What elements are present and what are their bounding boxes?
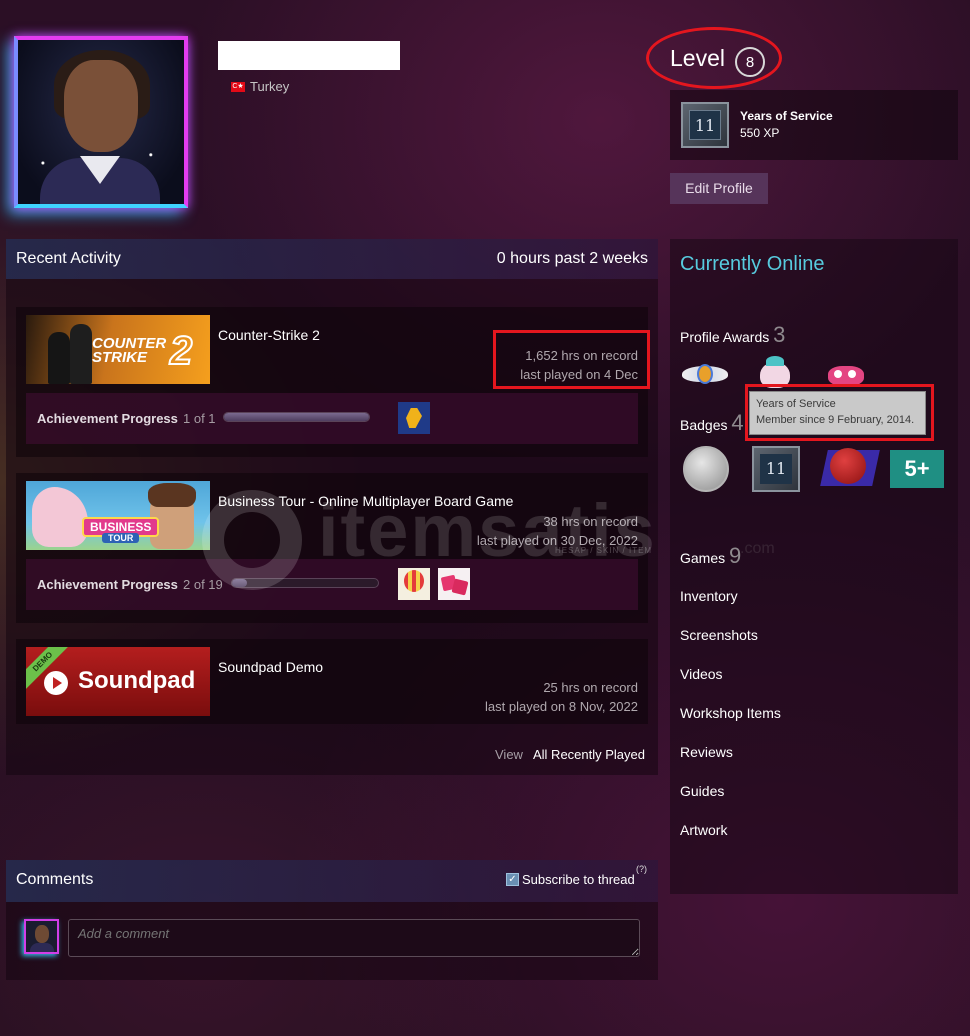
workshop-items-link[interactable]: Workshop Items bbox=[680, 705, 781, 721]
inventory-link[interactable]: Inventory bbox=[680, 588, 738, 604]
recent-activity-hours: 0 hours past 2 weeks bbox=[496, 250, 648, 267]
achievement-count: 2 of 19 bbox=[183, 577, 223, 592]
game-hours: 25 hrs on record bbox=[543, 680, 638, 695]
turkey-flag-icon: C★ bbox=[231, 82, 245, 92]
guides-link[interactable]: Guides bbox=[680, 783, 724, 799]
achievement-icon[interactable] bbox=[398, 402, 430, 434]
badges-link[interactable]: Badges 4 bbox=[680, 410, 744, 436]
comments-title: Comments bbox=[16, 871, 94, 888]
favorite-badge-title: Years of Service bbox=[740, 109, 833, 123]
achievement-label: Achievement Progress bbox=[37, 577, 178, 592]
level-label: Level bbox=[670, 45, 725, 71]
artwork-link[interactable]: Artwork bbox=[680, 822, 727, 838]
achievement-progress bbox=[223, 412, 370, 422]
reviews-link[interactable]: Reviews bbox=[680, 744, 733, 760]
commenter-avatar bbox=[24, 919, 59, 954]
subscribe-label[interactable]: Subscribe to thread bbox=[522, 872, 635, 887]
watermark-subtext: HESAP / SKIN / ITEM bbox=[555, 546, 653, 555]
profile-avatar[interactable] bbox=[14, 36, 188, 208]
five-plus-badge-icon[interactable]: 5+ bbox=[890, 450, 944, 488]
game-name[interactable]: Soundpad Demo bbox=[218, 659, 323, 675]
games-count: 9 bbox=[729, 543, 742, 568]
profile-awards-count: 3 bbox=[773, 322, 786, 347]
game-capsule-counter-strike[interactable]: COUNTER STRIKE 2 bbox=[26, 315, 210, 384]
games-link[interactable]: Games 9 bbox=[680, 543, 741, 569]
videos-link[interactable]: Videos bbox=[680, 666, 723, 682]
watermark-text: itemsatis bbox=[318, 489, 657, 572]
winged-award-icon[interactable] bbox=[682, 356, 728, 396]
watermark-logo-icon bbox=[202, 490, 302, 590]
achievement-label: Achievement Progress bbox=[37, 411, 178, 426]
comment-input[interactable] bbox=[68, 919, 640, 957]
game-name[interactable]: Counter-Strike 2 bbox=[218, 327, 320, 343]
subscribe-checkbox[interactable]: ✓ bbox=[506, 873, 519, 886]
years-of-service-badge-icon[interactable]: 11 bbox=[752, 446, 802, 492]
red-seal-badge-icon[interactable] bbox=[820, 446, 880, 492]
online-status: Currently Online bbox=[680, 253, 825, 275]
favorite-badge-xp: 550 XP bbox=[740, 126, 780, 140]
years-of-service-badge-icon[interactable]: 11 bbox=[681, 102, 729, 148]
achievement-count: 1 of 1 bbox=[183, 411, 216, 426]
game-capsule-business-tour[interactable]: BUSINESS TOUR bbox=[26, 481, 210, 550]
edit-profile-button[interactable]: Edit Profile bbox=[670, 173, 768, 204]
hours-highlight-box bbox=[493, 330, 650, 389]
silver-coin-badge-icon[interactable] bbox=[682, 446, 732, 492]
profile-awards-link[interactable]: Profile Awards 3 bbox=[680, 322, 785, 348]
profile-country: Turkey bbox=[250, 79, 290, 94]
subscribe-help-link[interactable]: (?) bbox=[636, 864, 647, 874]
view-all-recently-played-link[interactable]: All Recently Played bbox=[533, 747, 645, 762]
view-label: View bbox=[495, 747, 523, 762]
screenshots-link[interactable]: Screenshots bbox=[680, 627, 758, 643]
profile-name-redacted bbox=[218, 41, 400, 70]
game-last-played: last played on 8 Nov, 2022 bbox=[485, 699, 638, 714]
recent-activity-title: Recent Activity bbox=[16, 250, 121, 267]
game-capsule-soundpad[interactable]: DEMO Soundpad bbox=[26, 647, 210, 716]
badge-tooltip: Years of Service Member since 9 February… bbox=[749, 391, 926, 435]
badges-count: 4 bbox=[731, 410, 744, 435]
achievement-progress-fill bbox=[224, 413, 369, 421]
level-badge[interactable]: 8 bbox=[735, 47, 765, 77]
